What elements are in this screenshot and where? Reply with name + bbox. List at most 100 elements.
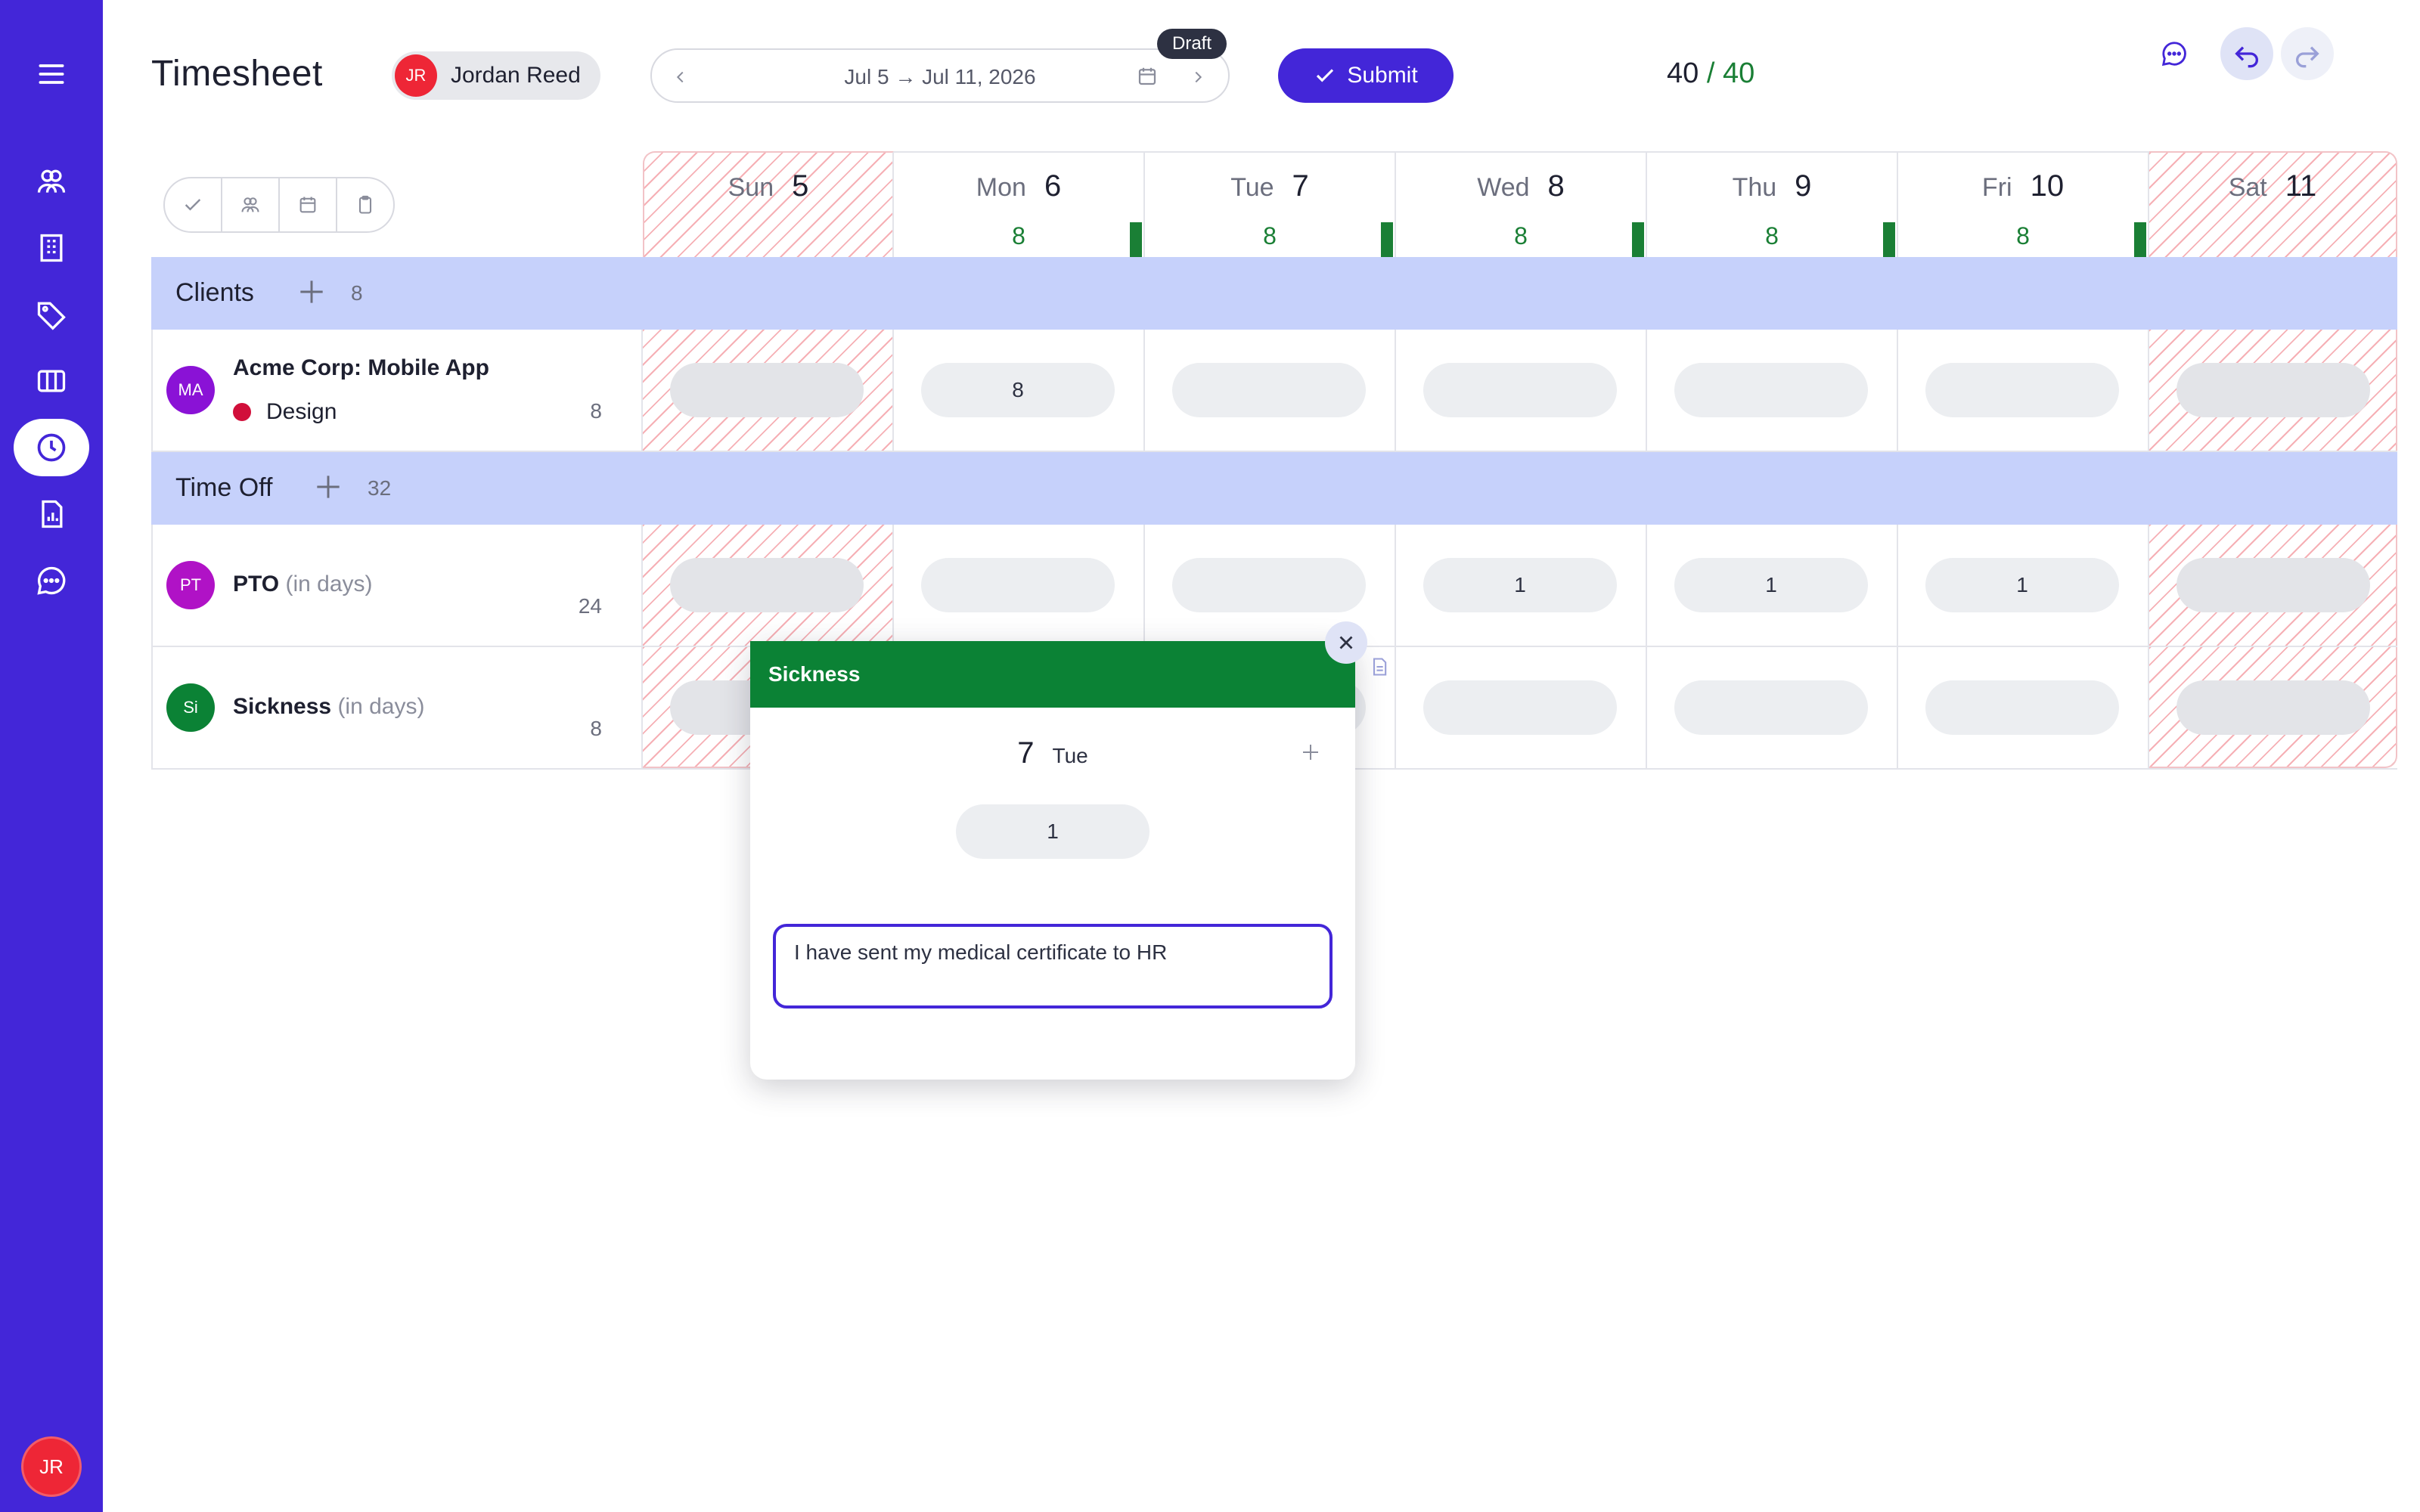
row-label[interactable]: Si Sickness (in days) 8 — [151, 647, 643, 768]
sidebar: JR — [0, 0, 103, 1512]
day-number: 9 — [1795, 169, 1812, 203]
day-hours: 8 — [1765, 222, 1779, 249]
cell-wed — [1396, 330, 1647, 451]
days-input[interactable] — [921, 558, 1115, 612]
submit-button[interactable]: Submit — [1278, 48, 1454, 103]
clock-icon[interactable] — [14, 419, 89, 476]
cell-thu — [1647, 647, 1898, 768]
undo-icon[interactable] — [2220, 27, 2273, 80]
days-input[interactable] — [1925, 680, 2119, 735]
report-icon[interactable] — [14, 485, 89, 543]
redo-icon[interactable] — [2281, 27, 2334, 80]
cell-sun — [643, 525, 894, 646]
tag-icon[interactable] — [14, 286, 89, 343]
cell-thu — [1647, 330, 1898, 451]
day-name: Sun — [728, 173, 774, 202]
row-total: 8 — [590, 717, 602, 740]
days-input[interactable] — [2176, 680, 2370, 735]
day-header-tue: Tue 7 8 — [1145, 151, 1396, 259]
cell-sat — [2149, 525, 2397, 646]
days-input[interactable] — [1423, 680, 1617, 735]
cell-sat — [2149, 647, 2397, 768]
row-label[interactable]: MA Acme Corp: Mobile App Design 8 — [151, 330, 643, 451]
day-complete-bar — [1130, 222, 1142, 259]
hours-input[interactable] — [1423, 363, 1617, 417]
day-hours: 8 — [2016, 222, 2030, 249]
day-complete-bar — [1632, 222, 1644, 259]
day-name: Sat — [2228, 173, 2267, 202]
hours-input[interactable] — [1674, 363, 1868, 417]
hours-input[interactable] — [2176, 363, 2370, 417]
cell-thu: 1 — [1647, 525, 1898, 646]
type-unit: (in days) — [285, 572, 373, 596]
cell-sun — [643, 330, 894, 451]
submit-label: Submit — [1347, 63, 1418, 88]
day-hours: 8 — [1012, 222, 1025, 249]
section-count: 32 — [368, 476, 392, 500]
page-title: Timesheet — [151, 54, 323, 94]
week-picker: Jul 5 → Jul 11, 2026 — [650, 48, 1230, 103]
project-title: Acme Corp: Mobile App — [233, 355, 489, 380]
day-header-sat: Sat 11 — [2149, 151, 2397, 257]
building-icon[interactable] — [14, 219, 89, 277]
type-title: PTO (in days) — [233, 572, 373, 596]
note-textarea[interactable]: I have sent my medical certificate to HR — [773, 924, 1333, 1009]
chevron-right-icon[interactable] — [1184, 64, 1212, 91]
user-name: Jordan Reed — [451, 63, 581, 88]
day-number: 5 — [792, 169, 809, 203]
check-icon — [1317, 69, 1334, 82]
add-client-icon[interactable] — [295, 275, 328, 308]
status-badge: Draft — [1157, 29, 1227, 59]
day-header-fri: Fri 10 8 — [1898, 151, 2149, 259]
user-avatar: JR — [395, 54, 437, 97]
entry-popover: Sickness 7 Tue 1 I have sent my medical c… — [750, 621, 1387, 1080]
popover-day: 7 Tue — [750, 736, 1355, 770]
task-label: Design — [233, 399, 337, 425]
day-name: Tue — [1230, 173, 1274, 202]
hours-input[interactable] — [1925, 363, 2119, 417]
add-time-off-icon[interactable] — [312, 470, 345, 503]
hours-input[interactable] — [1172, 363, 1366, 417]
days-input[interactable]: 1 — [1925, 558, 2119, 612]
day-name: Fri — [1981, 173, 2012, 202]
day-name: Thu — [1732, 173, 1777, 202]
columns-icon[interactable] — [14, 352, 89, 410]
cell-tue — [1145, 330, 1396, 451]
popover-title: Sickness — [750, 641, 1355, 708]
task-color-dot — [233, 403, 251, 421]
project-avatar: MA — [166, 366, 215, 414]
day-complete-bar — [1883, 222, 1895, 259]
type-unit: (in days) — [337, 694, 425, 719]
days-input[interactable] — [670, 558, 864, 612]
days-input[interactable]: 1 — [956, 804, 1150, 859]
cell-wed — [1396, 647, 1647, 768]
cell-fri: 1 — [1898, 525, 2149, 646]
user-selector[interactable]: JR Jordan Reed — [392, 51, 600, 100]
avatar[interactable]: JR — [21, 1436, 82, 1497]
day-name: Wed — [1477, 173, 1530, 202]
close-icon[interactable] — [1325, 621, 1367, 664]
day-complete-bar — [2134, 222, 2146, 259]
days-input[interactable] — [1172, 558, 1366, 612]
row-total: 24 — [578, 594, 602, 618]
menu-icon[interactable] — [14, 45, 89, 103]
add-entry-icon[interactable] — [1299, 741, 1325, 767]
hours-input[interactable]: 8 — [921, 363, 1115, 417]
hours-input[interactable] — [670, 363, 864, 417]
calendar-icon[interactable] — [1136, 65, 1160, 89]
days-input[interactable] — [1674, 680, 1868, 735]
document-icon[interactable] — [1369, 656, 1393, 680]
row-label[interactable]: PT PTO (in days) 24 — [151, 525, 643, 646]
type-avatar: PT — [166, 561, 215, 609]
comment-icon[interactable] — [2148, 27, 2201, 80]
chat-icon[interactable] — [14, 552, 89, 609]
day-hours: 8 — [1263, 222, 1277, 249]
days-input[interactable]: 1 — [1674, 558, 1868, 612]
days-input[interactable] — [2176, 558, 2370, 612]
users-icon[interactable] — [14, 153, 89, 210]
days-input[interactable]: 1 — [1423, 558, 1617, 612]
cell-fri — [1898, 330, 2149, 451]
popover-day-number: 7 — [1017, 736, 1035, 770]
cell-mon — [894, 525, 1145, 646]
hours-logged: 40 — [1667, 57, 1699, 89]
